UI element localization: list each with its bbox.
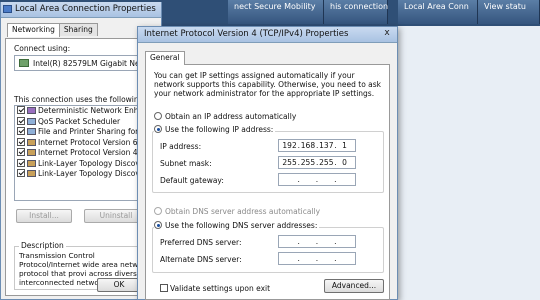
network-service-icon: [27, 117, 36, 125]
connect-using-label: Connect using:: [14, 44, 71, 53]
list-item[interactable]: Link-Layer Topology Discovery: [15, 158, 155, 170]
ip-address-field[interactable]: 192. 168. 137. 1: [278, 139, 356, 152]
use-dns-label: Use the following DNS server addresses:: [165, 221, 318, 230]
install-button[interactable]: Install...: [16, 209, 72, 223]
tab-sharing[interactable]: Sharing: [58, 23, 98, 36]
background-tab-secure-mobility[interactable]: nect Secure Mobility: [228, 0, 324, 24]
preferred-dns-field[interactable]: ...: [278, 235, 356, 248]
subnet-mask-field[interactable]: 255. 255. 255. 0: [278, 156, 356, 169]
background-tab-view-status[interactable]: View statu: [478, 0, 540, 24]
radio-button[interactable]: [154, 207, 162, 215]
ip-octet: 192: [282, 141, 297, 150]
obtain-dns-option[interactable]: Obtain DNS server address automatically: [154, 207, 320, 216]
window-title: Local Area Connection Properties: [15, 4, 156, 14]
list-item[interactable]: QoS Packet Scheduler: [15, 116, 155, 128]
ipv4-properties-window: Internet Protocol Version 4 (TCP/IPv4) P…: [137, 26, 398, 300]
use-dns-option[interactable]: Use the following DNS server addresses:: [154, 221, 320, 230]
protocol-icon: [27, 149, 36, 156]
checkbox[interactable]: [17, 137, 25, 146]
validate-label: Validate settings upon exit: [170, 284, 271, 293]
network-icon: [3, 5, 12, 13]
ip-octet: 255: [319, 158, 334, 167]
alternate-dns-field[interactable]: ...: [278, 252, 356, 265]
network-service-icon: [27, 107, 36, 114]
adapter-icon: [19, 59, 29, 67]
dns-frame: [152, 227, 384, 273]
alternate-dns-label: Alternate DNS server:: [160, 255, 242, 264]
list-item-label: QoS Packet Scheduler: [38, 116, 121, 126]
list-item[interactable]: Deterministic Network Enhancer: [15, 106, 155, 117]
ip-octet: 1: [342, 141, 347, 150]
list-item[interactable]: Internet Protocol Version 4 (TCP: [15, 148, 155, 159]
default-gateway-field[interactable]: ...: [278, 173, 356, 186]
ip-octet: 137: [319, 141, 334, 150]
background-tab-label: View statu: [484, 2, 526, 11]
checkbox[interactable]: [17, 169, 25, 177]
list-item[interactable]: Link-Layer Topology Discovery: [15, 169, 155, 180]
window-titlebar[interactable]: Internet Protocol Version 4 (TCP/IPv4) P…: [138, 27, 397, 43]
general-panel: You can get IP settings assigned automat…: [145, 64, 390, 300]
close-icon[interactable]: x: [381, 28, 393, 40]
background-tab-label: Local Area Conn: [404, 2, 469, 11]
ip-octet: 255: [282, 158, 297, 167]
subnet-mask-label: Subnet mask:: [160, 159, 212, 168]
obtain-ip-label: Obtain an IP address automatically: [165, 112, 297, 121]
ip-octet: 168: [300, 141, 316, 150]
ip-octet: 0: [342, 158, 347, 167]
ok-button[interactable]: OK: [97, 278, 141, 292]
checkbox[interactable]: [17, 127, 25, 135]
window-titlebar[interactable]: Local Area Connection Properties: [1, 2, 161, 18]
tab-general[interactable]: General: [145, 51, 185, 65]
checkbox[interactable]: [160, 284, 168, 292]
background-tab-connection[interactable]: his connection: [324, 0, 388, 24]
use-ip-label: Use the following IP address:: [165, 125, 274, 134]
intro-text: You can get IP settings assigned automat…: [154, 71, 382, 98]
description-label: Description: [19, 241, 66, 250]
ip-address-label: IP address:: [160, 142, 202, 151]
background-tab-label: his connection: [330, 2, 389, 11]
radio-button[interactable]: [154, 112, 162, 120]
background-tab-label: nect Secure Mobility: [234, 2, 316, 11]
obtain-ip-option[interactable]: Obtain an IP address automatically: [154, 112, 296, 121]
protocol-icon: [27, 170, 36, 177]
background-tab-local-area[interactable]: Local Area Conn: [398, 0, 478, 24]
list-item[interactable]: File and Printer Sharing for Micro: [15, 127, 155, 138]
advanced-button[interactable]: Advanced...: [324, 279, 384, 293]
list-item[interactable]: Internet Protocol Version 6 (TCP: [15, 137, 155, 149]
list-item-label: Link-Layer Topology Discovery: [38, 169, 152, 178]
window-title: Internet Protocol Version 4 (TCP/IPv4) P…: [144, 29, 349, 39]
network-service-icon: [27, 128, 36, 135]
preferred-dns-label: Preferred DNS server:: [160, 238, 242, 247]
obtain-dns-label: Obtain DNS server address automatically: [165, 207, 321, 216]
checkbox[interactable]: [17, 106, 25, 114]
checkbox[interactable]: [17, 148, 25, 156]
default-gateway-label: Default gateway:: [160, 176, 224, 185]
use-ip-option[interactable]: Use the following IP address:: [154, 125, 276, 134]
validate-option[interactable]: Validate settings upon exit: [160, 284, 270, 293]
radio-button[interactable]: [154, 221, 162, 229]
connection-items-list[interactable]: Deterministic Network Enhancer QoS Packe…: [14, 105, 156, 201]
checkbox[interactable]: [17, 116, 25, 125]
protocol-icon: [27, 138, 36, 146]
adapter-field[interactable]: Intel(R) 82579LM Gigabit Network: [14, 55, 156, 71]
radio-button[interactable]: [154, 125, 162, 133]
networking-panel: Connect using: Intel(R) 82579LM Gigabit …: [5, 38, 169, 296]
tab-strip: General: [145, 51, 185, 65]
ip-octet: 255: [300, 158, 316, 167]
tab-networking[interactable]: Networking: [7, 23, 60, 37]
protocol-icon: [27, 159, 36, 167]
list-item-label: Link-Layer Topology Discovery: [38, 158, 152, 168]
checkbox[interactable]: [17, 158, 25, 167]
